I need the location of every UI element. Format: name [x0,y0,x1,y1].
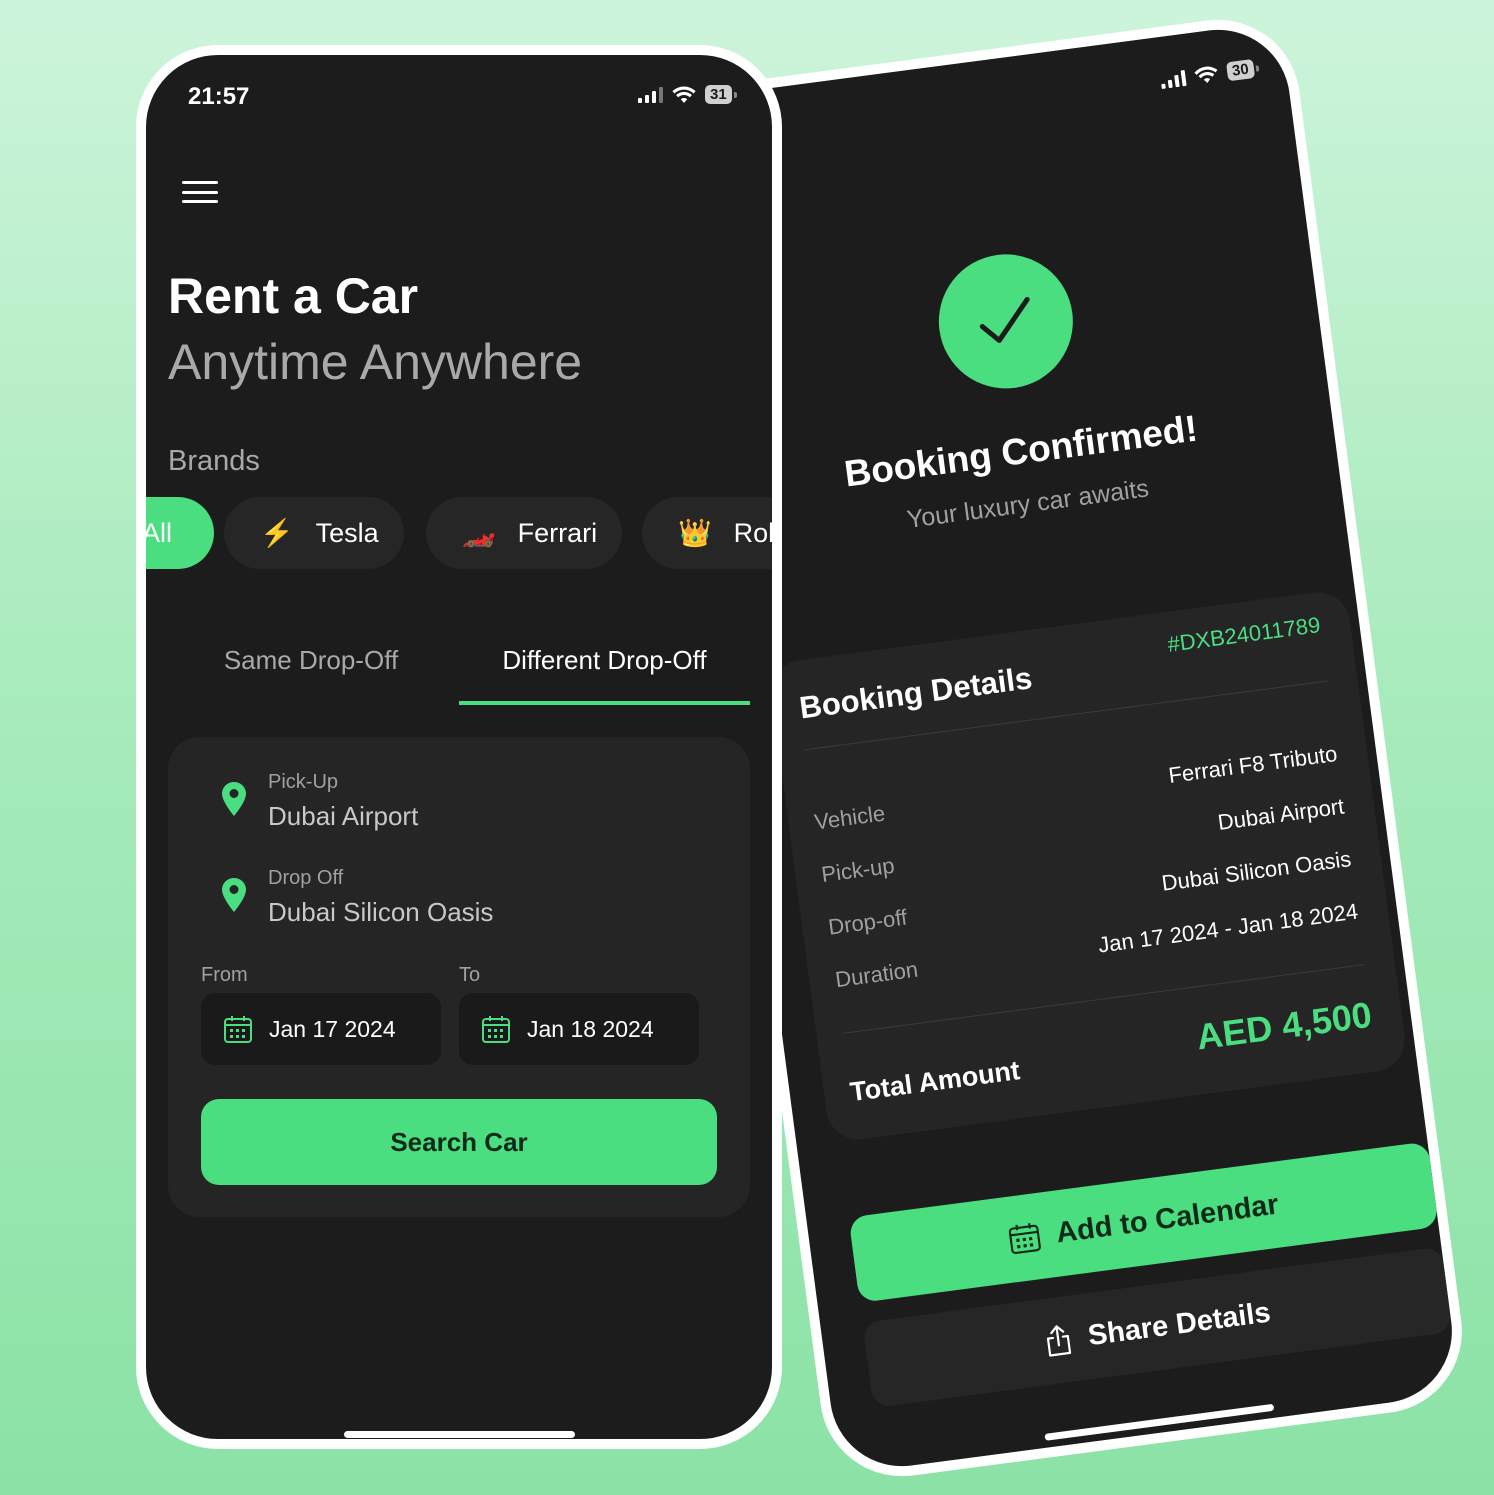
brand-label: All [142,517,173,548]
page-subtitle: Anytime Anywhere [168,334,583,390]
button-label: Share Details [1085,1296,1273,1352]
lightning-icon: ⚡ [260,518,294,548]
home-indicator [344,1431,575,1438]
to-date-field[interactable]: Jan 18 2024 [459,993,699,1065]
search-screen-phone: 21:57 31 Rent a Car Anytime Anywhere Bra… [136,45,782,1449]
crown-icon: 👑 [678,518,712,548]
home-indicator [1044,1403,1275,1441]
status-time: 21:57 [188,83,250,110]
dropoff-location[interactable]: Dubai Silicon Oasis [268,897,493,928]
page-title: Rent a Car [168,268,419,324]
status-icons: 31 [638,85,737,104]
checkmark-icon [979,296,1030,343]
from-date: Jan 17 2024 [269,1015,396,1042]
share-icon [1046,1325,1072,1357]
from-label: From [201,964,248,986]
search-car-button[interactable]: Search Car [201,1099,717,1185]
booking-form-card: Pick-Up Dubai Airport Drop Off Dubai Sil… [168,737,750,1217]
booking-id: #DXB24011789 [1166,612,1322,657]
signal-icon [1160,69,1187,89]
brand-chip-all[interactable]: All [142,497,214,569]
brand-label: Rolls [733,517,781,548]
location-pin-icon [221,877,247,913]
brand-chip-rolls[interactable]: 👑 Rolls [642,497,781,569]
brand-chip-ferrari[interactable]: 🏎️ Ferrari [426,497,622,569]
booking-details-card: Booking Details #DXB24011789 Vehicle Ferr… [767,588,1409,1144]
signal-icon [638,86,663,103]
success-checkmark [930,246,1082,397]
to-label: To [459,964,481,986]
button-label: Add to Calendar [1054,1188,1281,1249]
brands-heading: Brands [168,445,260,477]
to-date: Jan 18 2024 [527,1015,654,1042]
brand-label: Ferrari [517,517,598,548]
battery-icon: 30 [1225,58,1255,82]
pickup-label: Pick-Up [268,771,339,793]
pickup-location[interactable]: Dubai Airport [268,801,418,832]
brand-label: Tesla [315,517,379,548]
race-car-icon: 🏎️ [462,518,496,548]
menu-icon[interactable] [182,181,218,203]
wifi-icon [671,85,697,104]
battery-icon: 31 [705,85,737,104]
calendar-icon [223,1014,253,1044]
wifi-icon [1192,64,1220,86]
dropoff-label: Drop Off [268,867,344,889]
brand-chip-tesla[interactable]: ⚡ Tesla [224,497,404,569]
total-label: Total Amount [848,1055,1022,1108]
booking-details-title: Booking Details [797,660,1035,726]
total-amount: AED 4,500 [1194,993,1375,1058]
calendar-icon [481,1014,511,1044]
tab-different-drop-off[interactable]: Different Drop-Off [459,645,750,705]
status-icons: 30 [1160,58,1255,90]
calendar-icon [1007,1220,1043,1256]
tab-same-drop-off[interactable]: Same Drop-Off [186,645,436,705]
from-date-field[interactable]: Jan 17 2024 [201,993,441,1065]
location-pin-icon [221,781,247,817]
